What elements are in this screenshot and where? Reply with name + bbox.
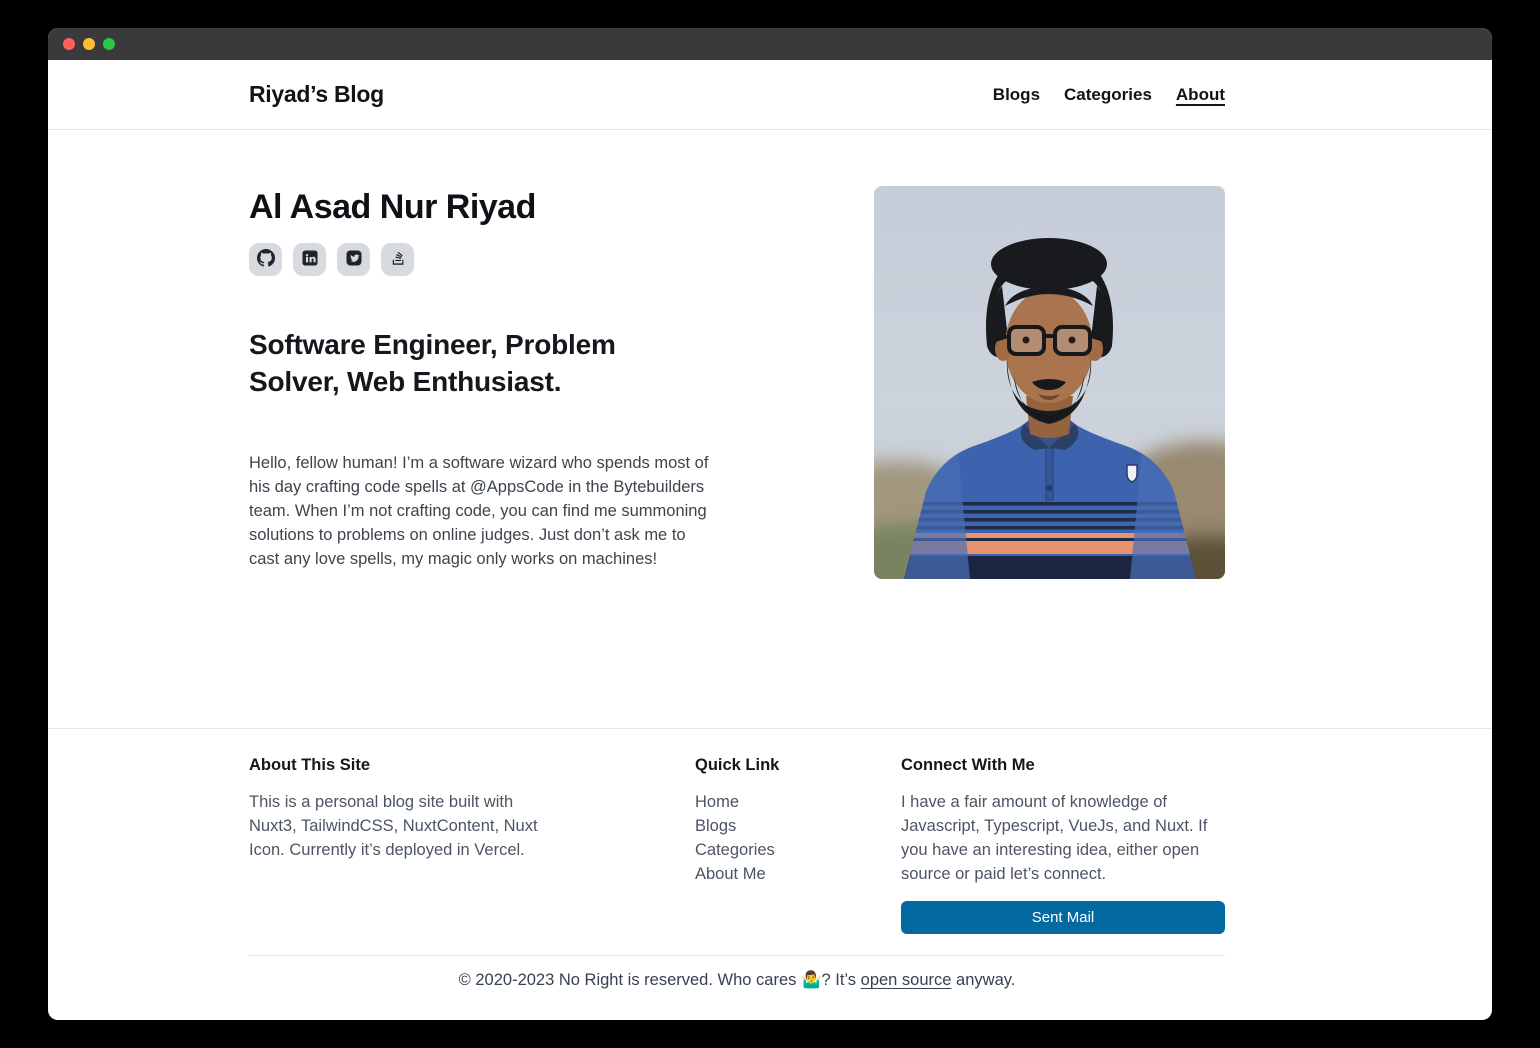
window-titlebar [48, 28, 1492, 60]
nav-link-blogs[interactable]: Blogs [993, 85, 1040, 105]
browser-window: Riyad’s Blog Blogs Categories About Al A… [48, 28, 1492, 1020]
twitter-icon [345, 249, 363, 270]
footer-connect-section: Connect With Me I have a fair amount of … [901, 756, 1225, 934]
tagline: Software Engineer, Problem Solver, Web E… [249, 326, 679, 400]
footer-about-text: This is a personal blog site built with … [249, 790, 551, 862]
close-window-button[interactable] [63, 38, 75, 50]
copyright-text: © 2020-2023 No Right is reserved. Who ca… [249, 956, 1225, 1020]
footer-connect-heading: Connect With Me [901, 756, 1225, 775]
page-title: Al Asad Nur Riyad [249, 189, 720, 226]
twitter-link[interactable] [337, 243, 370, 276]
main-content: Al Asad Nur Riyad [48, 130, 1492, 728]
stackoverflow-link[interactable] [381, 243, 414, 276]
profile-photo [874, 186, 1225, 579]
github-icon [257, 249, 275, 270]
footer-link-about-me[interactable]: About Me [695, 862, 901, 886]
sent-mail-button[interactable]: Sent Mail [901, 901, 1225, 934]
site-logo[interactable]: Riyad’s Blog [249, 81, 384, 108]
stackoverflow-icon [389, 249, 407, 270]
minimize-window-button[interactable] [83, 38, 95, 50]
copyright-suffix: anyway. [951, 971, 1015, 989]
linkedin-icon [301, 249, 319, 270]
footer-quicklinks-heading: Quick Link [695, 756, 901, 775]
github-link[interactable] [249, 243, 282, 276]
footer-quicklinks-section: Quick Link Home Blogs Categories About M… [695, 756, 901, 934]
footer-link-home[interactable]: Home [695, 790, 901, 814]
site-header: Riyad’s Blog Blogs Categories About [48, 60, 1492, 130]
open-source-link[interactable]: open source [861, 971, 952, 989]
main-nav: Blogs Categories About [993, 85, 1225, 105]
linkedin-link[interactable] [293, 243, 326, 276]
nav-link-about[interactable]: About [1176, 85, 1225, 105]
footer-about-section: About This Site This is a personal blog … [249, 756, 695, 934]
social-links [249, 243, 720, 276]
footer-about-heading: About This Site [249, 756, 695, 775]
zoom-window-button[interactable] [103, 38, 115, 50]
footer-link-categories[interactable]: Categories [695, 838, 901, 862]
bio-text: Hello, fellow human! I’m a software wiza… [249, 451, 711, 571]
nav-link-categories[interactable]: Categories [1064, 85, 1152, 105]
copyright-prefix: © 2020-2023 No Right is reserved. Who ca… [459, 971, 861, 989]
footer-connect-text: I have a fair amount of knowledge of Jav… [901, 790, 1225, 886]
site-footer: About This Site This is a personal blog … [48, 728, 1492, 1020]
footer-link-blogs[interactable]: Blogs [695, 814, 901, 838]
